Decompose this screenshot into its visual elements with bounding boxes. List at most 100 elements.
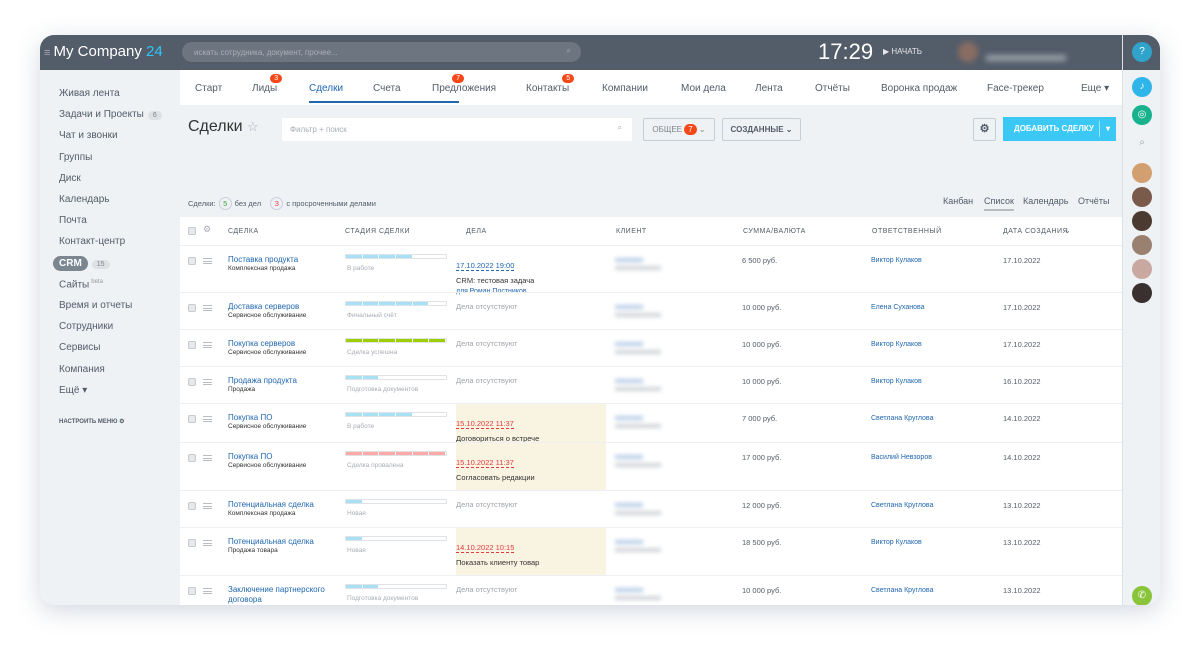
- row-menu-icon[interactable]: [203, 258, 212, 264]
- sidebar-item[interactable]: Ещё ▾: [59, 385, 87, 396]
- stage-segment[interactable]: [379, 413, 397, 416]
- deal-name-link[interactable]: Поставка продукта: [228, 255, 338, 265]
- row-checkbox[interactable]: [188, 502, 196, 510]
- row-menu-icon[interactable]: [203, 379, 212, 385]
- stage-segment[interactable]: [429, 413, 447, 416]
- stage-progress-bar[interactable]: [345, 254, 447, 259]
- stage-segment[interactable]: [429, 376, 447, 379]
- column-header[interactable]: СДЕЛКА: [228, 228, 259, 235]
- stage-segment[interactable]: [396, 376, 413, 379]
- activity-date[interactable]: 15.10.2022 11:37: [456, 458, 514, 468]
- row-menu-icon[interactable]: [203, 342, 212, 348]
- no-activity-label[interactable]: без дел: [235, 199, 261, 208]
- sidebar-item[interactable]: Задачи и Проекты 6: [59, 109, 162, 121]
- user-menu[interactable]: [958, 42, 1098, 62]
- row-checkbox[interactable]: [188, 341, 196, 349]
- filter-search-input[interactable]: Фильтр + поиск ⌕: [282, 118, 632, 141]
- stage-segment[interactable]: [429, 585, 447, 588]
- sidebar-item[interactable]: Сайты beta: [59, 279, 103, 290]
- deal-name-link[interactable]: Доставка серверов: [228, 302, 338, 312]
- tab-3[interactable]: Счета: [373, 83, 401, 94]
- row-menu-icon[interactable]: [203, 305, 212, 311]
- stage-segment[interactable]: [412, 302, 430, 305]
- stage-segment[interactable]: [429, 500, 447, 503]
- stage-segment[interactable]: [362, 255, 380, 258]
- stage-progress-bar[interactable]: [345, 536, 447, 541]
- stage-segment[interactable]: [429, 255, 447, 258]
- stage-segment[interactable]: [413, 537, 430, 540]
- tab-8[interactable]: Лента: [755, 83, 783, 94]
- row-menu-icon[interactable]: [203, 416, 212, 422]
- select-all-checkbox[interactable]: [188, 227, 196, 235]
- stage-progress-bar[interactable]: [345, 499, 447, 504]
- activity-title[interactable]: Согласовать редакции: [456, 473, 606, 482]
- stage-segment[interactable]: [429, 537, 447, 540]
- stage-segment[interactable]: [413, 500, 430, 503]
- add-deal-button[interactable]: ДОБАВИТЬ СДЕЛКУ ▾: [1003, 117, 1116, 141]
- gear-icon[interactable]: ⚙: [203, 224, 211, 235]
- stage-progress-bar[interactable]: [345, 301, 447, 306]
- stage-segment[interactable]: [362, 339, 380, 342]
- column-header[interactable]: СТАДИЯ СДЕЛКИ: [345, 228, 410, 235]
- client-name[interactable]: [615, 342, 643, 346]
- activity-title[interactable]: CRM: тестовая задача: [456, 276, 606, 285]
- stage-progress-bar[interactable]: [345, 412, 447, 417]
- tab-6[interactable]: Компании: [602, 83, 648, 94]
- column-header[interactable]: КЛИЕНТ: [616, 228, 647, 235]
- responsible-link[interactable]: Виктор Кулаков: [871, 257, 922, 264]
- row-menu-icon[interactable]: [203, 588, 212, 594]
- stage-segment[interactable]: [396, 585, 413, 588]
- stage-segment[interactable]: [346, 255, 363, 258]
- view-0[interactable]: Канбан: [943, 196, 973, 206]
- global-search-input[interactable]: искать сотрудника, документ, прочее... ⌕: [182, 42, 581, 62]
- responsible-link[interactable]: Виктор Кулаков: [871, 378, 922, 385]
- client-blurred[interactable]: [615, 258, 661, 270]
- sidebar-item[interactable]: Диск: [59, 173, 81, 184]
- client-name[interactable]: [615, 305, 643, 309]
- avatar[interactable]: [1132, 283, 1152, 303]
- responsible-link[interactable]: Елена Суханова: [871, 304, 925, 311]
- tab-11[interactable]: Face-трекер: [987, 83, 1044, 94]
- sort-chevron-icon[interactable]: ⌄: [1064, 226, 1071, 235]
- client-name[interactable]: [615, 258, 643, 262]
- stage-segment[interactable]: [346, 452, 363, 455]
- view-3[interactable]: Отчёты: [1078, 196, 1109, 206]
- tab-4[interactable]: Предложения: [432, 83, 496, 94]
- responsible-link[interactable]: Светлана Круглова: [871, 587, 933, 594]
- client-name[interactable]: [615, 416, 643, 420]
- row-checkbox[interactable]: [188, 587, 196, 595]
- stage-segment[interactable]: [396, 302, 413, 305]
- tab-12[interactable]: Еще ▾: [1081, 83, 1109, 94]
- client-name[interactable]: [615, 503, 643, 507]
- client-blurred[interactable]: [615, 455, 661, 467]
- stage-segment[interactable]: [429, 302, 447, 305]
- sidebar-item[interactable]: Компания: [59, 364, 105, 375]
- stage-segment[interactable]: [396, 452, 413, 455]
- start-workday-button[interactable]: ▶ НАЧАТЬ: [883, 47, 922, 56]
- client-name[interactable]: [615, 455, 643, 459]
- deal-name-link[interactable]: Покупка серверов: [228, 339, 338, 349]
- responsible-link[interactable]: Виктор Кулаков: [871, 539, 922, 546]
- activity-date[interactable]: 17.10.2022 19:00: [456, 261, 515, 271]
- client-blurred[interactable]: [615, 540, 661, 552]
- sidebar-item[interactable]: Контакт-центр: [59, 236, 125, 247]
- stage-segment[interactable]: [396, 537, 413, 540]
- avatar[interactable]: [1132, 163, 1152, 183]
- sidebar-item[interactable]: Группы: [59, 152, 92, 163]
- client-blurred[interactable]: [615, 588, 661, 600]
- tab-0[interactable]: Старт: [195, 83, 222, 94]
- client-blurred[interactable]: [615, 503, 661, 515]
- stage-segment[interactable]: [346, 376, 363, 379]
- deal-name-link[interactable]: Заключение партнерского договора: [228, 585, 338, 605]
- stage-segment[interactable]: [346, 302, 363, 305]
- stage-segment[interactable]: [379, 302, 397, 305]
- settings-gear-button[interactable]: ⚙: [973, 118, 996, 141]
- stage-segment[interactable]: [396, 339, 413, 342]
- deal-name-link[interactable]: Потенциальная сделка: [228, 500, 338, 510]
- sidebar-item[interactable]: Чат и звонки: [59, 130, 118, 141]
- stage-segment[interactable]: [396, 255, 413, 258]
- bell-icon[interactable]: ♪: [1132, 77, 1152, 97]
- chat-icon[interactable]: ◎: [1132, 105, 1152, 125]
- row-checkbox[interactable]: [188, 257, 196, 265]
- activity-date[interactable]: 14.10.2022 10:15: [456, 543, 515, 553]
